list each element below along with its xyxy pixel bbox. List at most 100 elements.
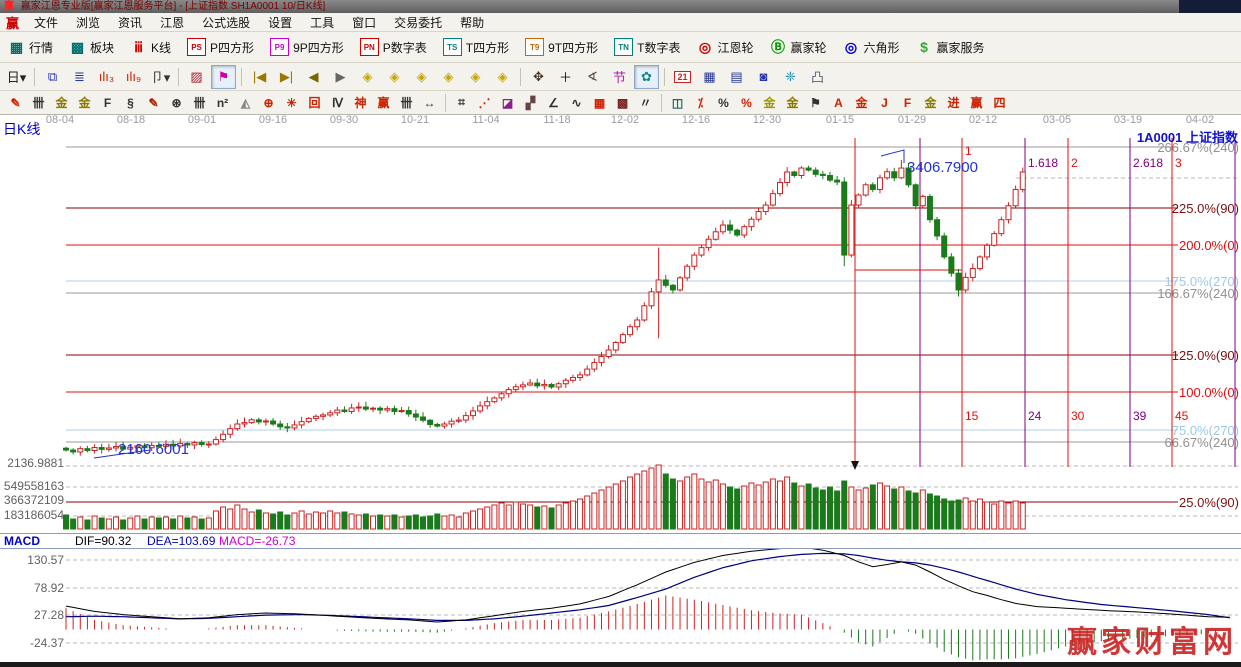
si-angle-icon[interactable]: 四 xyxy=(989,93,1010,112)
first-page-icon[interactable]: |◀ xyxy=(247,65,272,89)
period-selector[interactable]: 日▾ xyxy=(4,65,29,89)
gold-circle-icon[interactable]: 金 xyxy=(759,93,780,112)
fan-box-icon[interactable]: ◪ xyxy=(497,93,518,112)
jin-angle-icon[interactable]: 进 xyxy=(943,93,964,112)
feature-button-t-square[interactable]: TST四方形 xyxy=(435,38,517,56)
ma3-icon[interactable]: ılı₃ xyxy=(94,65,119,89)
macd-separator-bar[interactable]: MACD DIF=90.32 DEA=103.69 MACD=-26.73 xyxy=(0,533,1241,549)
star-circle-icon[interactable]: ✳ xyxy=(281,93,302,112)
wave-icon[interactable]: A xyxy=(828,93,849,112)
spiral-icon[interactable]: § xyxy=(120,93,141,112)
pattern-icon[interactable]: ▨ xyxy=(184,65,209,89)
hatch-icon[interactable]: 〃 xyxy=(635,93,656,112)
feature-button-winner-wheel[interactable]: Ⓑ赢家轮 xyxy=(761,39,834,56)
flag-icon[interactable]: ⚑ xyxy=(211,65,236,89)
fib-ruler-icon[interactable]: F xyxy=(97,93,118,112)
frame-icon[interactable]: ⌗ xyxy=(451,93,472,112)
circle-grid-icon[interactable]: ⊛ xyxy=(166,93,187,112)
menu-item-window[interactable]: 窗口 xyxy=(343,14,385,31)
iv-marker-icon[interactable]: Ⅳ xyxy=(327,93,348,112)
volume-bar xyxy=(128,518,133,529)
info-panel-icon[interactable]: ≣ xyxy=(67,65,92,89)
feature-button-p-square[interactable]: PSP四方形 xyxy=(179,38,262,56)
percent-fan-icon[interactable]: ⁒ xyxy=(690,93,711,112)
gold-lines-icon[interactable]: 金 xyxy=(782,93,803,112)
gann-fan-icon[interactable]: ⋰ xyxy=(474,93,495,112)
feature-button-9t-square[interactable]: T99T四方形 xyxy=(517,38,606,56)
smart-analysis-icon[interactable]: ✿ xyxy=(634,65,659,89)
quadrant-icon[interactable]: ▞ xyxy=(520,93,541,112)
menu-item-tools[interactable]: 工具 xyxy=(301,14,343,31)
feature-button-hexagon[interactable]: ◎六角形 xyxy=(835,39,908,56)
menu-item-formula-stock-pick[interactable]: 公式选股 xyxy=(193,14,259,31)
gann-nav-5-icon[interactable]: ◈ xyxy=(463,65,488,89)
menu-item-file[interactable]: 文件 xyxy=(25,14,67,31)
notes-icon[interactable]: ▤ xyxy=(724,65,749,89)
menu-item-help[interactable]: 帮助 xyxy=(451,14,493,31)
gann-nav-1-icon[interactable]: ◈ xyxy=(355,65,380,89)
feature-button-sectors[interactable]: ▩板块 xyxy=(61,39,122,56)
prev-icon[interactable]: ◀ xyxy=(301,65,326,89)
feature-button-gann-wheel[interactable]: ◎江恩轮 xyxy=(688,39,761,56)
ying-ruler-icon[interactable]: 赢 xyxy=(373,93,394,112)
brush2-icon[interactable]: ✎ xyxy=(143,93,164,112)
candle-body xyxy=(399,411,404,412)
pan-icon[interactable]: ✥ xyxy=(526,65,551,89)
volume-bar xyxy=(799,486,804,529)
protractor-icon[interactable]: ◭ xyxy=(235,93,256,112)
grid-icon[interactable]: ▦ xyxy=(589,93,610,112)
ying-angle-icon[interactable]: 赢 xyxy=(966,93,987,112)
feature-button-winner-service[interactable]: $赢家服务 xyxy=(908,39,993,56)
percent-icon[interactable]: % xyxy=(713,93,734,112)
gann-nav-2-icon[interactable]: ◈ xyxy=(382,65,407,89)
ma9-icon[interactable]: ılı₉ xyxy=(121,65,146,89)
flag-pen-icon[interactable]: ⚑ xyxy=(805,93,826,112)
menu-item-trade-order[interactable]: 交易委托 xyxy=(385,14,451,31)
stats-panel-icon[interactable]: ◫ xyxy=(667,93,688,112)
zigzag-icon[interactable]: ∿ xyxy=(566,93,587,112)
f-angle-icon[interactable]: F xyxy=(897,93,918,112)
gann-circle-icon[interactable]: ⊕ xyxy=(258,93,279,112)
angle-measure-icon[interactable]: ∢ xyxy=(580,65,605,89)
last-page-icon[interactable]: ▶| xyxy=(274,65,299,89)
square-spiral-icon[interactable]: 回 xyxy=(304,93,325,112)
gold-angle-icon[interactable]: 金 xyxy=(920,93,941,112)
feature-button-market-quotes[interactable]: ▦行情 xyxy=(0,39,61,56)
save-icon[interactable]: ◙ xyxy=(751,65,776,89)
trend-angles-icon[interactable]: ∠ xyxy=(543,93,564,112)
tile-windows-icon[interactable]: ⧉ xyxy=(40,65,65,89)
gold-ruler-icon[interactable]: 金 xyxy=(51,93,72,112)
crosshair-icon[interactable]: ＋ xyxy=(553,65,578,89)
gann-ruler-icon[interactable]: 卌 xyxy=(28,93,49,112)
feature-button-t-number-table[interactable]: TNT数字表 xyxy=(606,38,688,56)
gold-lines2-icon[interactable]: 金 xyxy=(851,93,872,112)
j-angle-icon[interactable]: J xyxy=(874,93,895,112)
indicator-selector[interactable]: 卩▾ xyxy=(148,65,173,89)
time-ruler-icon[interactable]: 卌 xyxy=(189,93,210,112)
gann-nav-6-icon[interactable]: ◈ xyxy=(490,65,515,89)
calendar-icon[interactable]: 21 xyxy=(670,65,695,89)
print-icon[interactable]: 凸 xyxy=(805,65,830,89)
menu-item-browse[interactable]: 浏览 xyxy=(67,14,109,31)
mark-icon[interactable]: 节 xyxy=(607,65,632,89)
gold-ruler2-icon[interactable]: 金 xyxy=(74,93,95,112)
feature-button-kline[interactable]: ⅲK线 xyxy=(122,39,179,56)
menu-item-gann[interactable]: 江恩 xyxy=(151,14,193,31)
gann-nav-3-icon[interactable]: ◈ xyxy=(409,65,434,89)
calculator-icon[interactable]: ▦ xyxy=(697,65,722,89)
next-icon[interactable]: ▶ xyxy=(328,65,353,89)
percent-lines-icon[interactable]: % xyxy=(736,93,757,112)
shen-ruler-icon[interactable]: 神 xyxy=(350,93,371,112)
web-icon[interactable]: ❈ xyxy=(778,65,803,89)
feature-button-p-number-table[interactable]: PNP数字表 xyxy=(352,38,435,56)
nsquare-icon[interactable]: n² xyxy=(212,93,233,112)
width-measure-icon[interactable]: ↔ xyxy=(419,93,440,112)
grid-box-icon[interactable]: ▩ xyxy=(612,93,633,112)
numbered-ruler-icon[interactable]: 卌 xyxy=(396,93,417,112)
gann-nav-4-icon[interactable]: ◈ xyxy=(436,65,461,89)
feature-button-9p-square[interactable]: P99P四方形 xyxy=(262,38,352,56)
brush-icon[interactable]: ✎ xyxy=(5,93,26,112)
volume-bar xyxy=(1020,503,1025,529)
menu-item-settings[interactable]: 设置 xyxy=(259,14,301,31)
menu-item-news[interactable]: 资讯 xyxy=(109,14,151,31)
